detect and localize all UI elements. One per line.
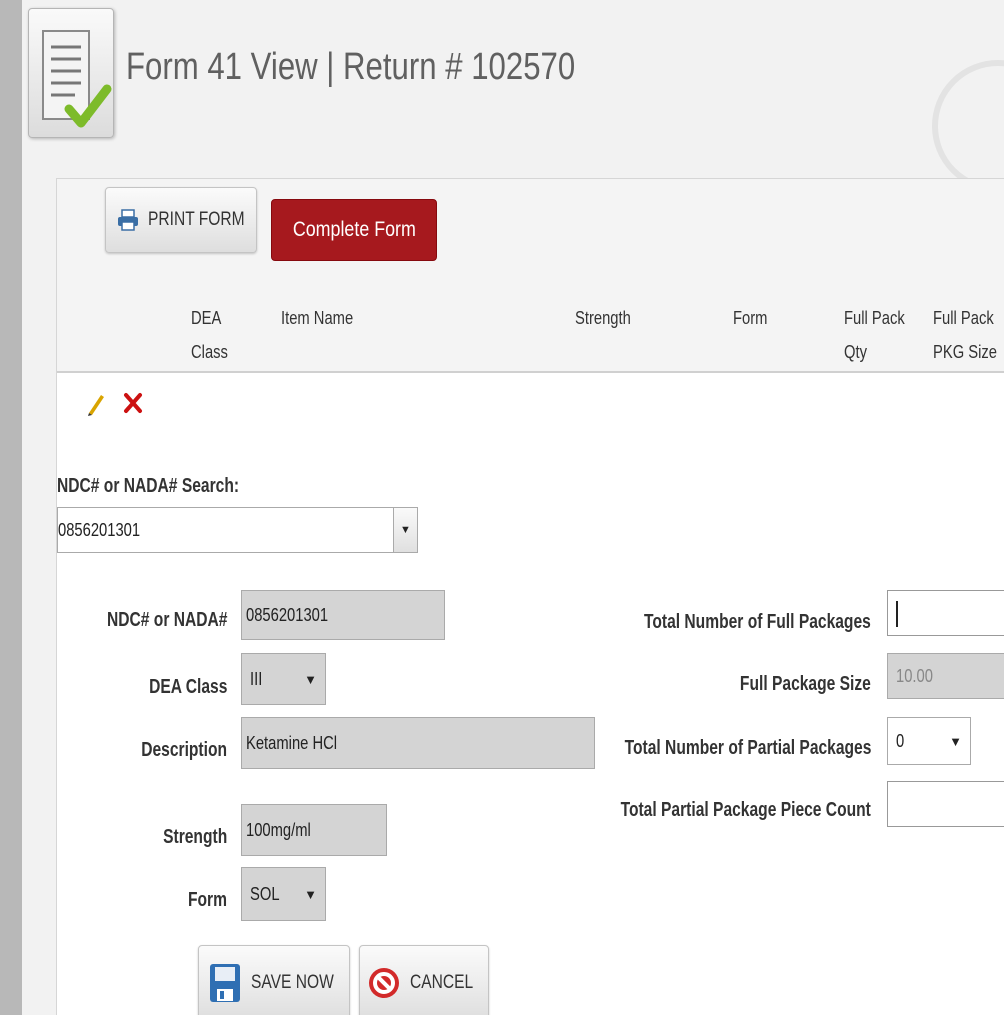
cancel-icon	[368, 967, 400, 999]
chevron-down-icon: ▼	[304, 671, 317, 687]
floppy-disk-icon	[209, 963, 241, 1003]
col-header-full-pack-pkg-size: Full Pack PKG Size	[933, 308, 997, 362]
form-label: Form	[188, 889, 227, 911]
description-value: Ketamine HCl	[246, 732, 338, 753]
page-header: Form 41 View | Return # 102570	[22, 0, 1004, 192]
ndc-value: 0856201301	[246, 604, 329, 625]
form-select[interactable]: SOL ▼	[241, 867, 326, 921]
total-full-packages-label: Total Number of Full Packages	[644, 611, 871, 633]
watermark-ring	[932, 60, 1004, 192]
save-now-button[interactable]: SAVE NOW	[198, 945, 350, 1015]
dea-class-value: III	[250, 668, 263, 689]
text-cursor	[896, 601, 898, 627]
total-full-packages-input[interactable]	[887, 590, 1004, 636]
ndc-field: 0856201301	[241, 590, 445, 640]
full-package-size-field: 10.00	[887, 653, 1004, 699]
complete-form-label: Complete Form	[292, 218, 416, 241]
app-window: Form 41 View | Return # 102570 PRINT FOR…	[22, 0, 1004, 1015]
col-header-dea-class: DEA Class	[191, 308, 228, 362]
form-document-icon	[28, 8, 114, 138]
print-form-label: PRINT FORM	[148, 209, 245, 230]
col-header-strength: Strength	[575, 308, 631, 328]
dea-class-label: DEA Class	[148, 676, 227, 698]
total-partial-packages-label: Total Number of Partial Packages	[624, 737, 871, 759]
ndc-search-combobox[interactable]: 0856201301 ▼	[57, 507, 418, 553]
save-now-label: SAVE NOW	[251, 972, 334, 993]
toolbar: PRINT FORM Complete Form DEA Class Item N…	[57, 179, 1004, 373]
ndc-search-value: 0856201301	[58, 519, 141, 540]
ndc-search-label: NDC# or NADA# Search:	[57, 475, 240, 497]
full-package-size-value: 10.00	[896, 665, 933, 686]
cancel-button[interactable]: CANCEL	[359, 945, 489, 1015]
dropdown-button[interactable]: ▼	[393, 508, 417, 552]
total-partial-packages-select[interactable]: 0 ▼	[887, 717, 971, 765]
form-panel: PRINT FORM Complete Form DEA Class Item N…	[56, 178, 1004, 1015]
chevron-down-icon: ▼	[400, 524, 411, 536]
strength-field: 100mg/ml	[241, 804, 387, 856]
pencil-icon[interactable]	[85, 391, 107, 422]
partial-piece-count-input[interactable]	[887, 781, 1004, 827]
print-form-button[interactable]: PRINT FORM	[105, 187, 257, 253]
strength-label: Strength	[162, 826, 227, 848]
printer-icon	[116, 208, 140, 232]
complete-form-button[interactable]: Complete Form	[271, 199, 437, 261]
strength-value: 100mg/ml	[246, 819, 311, 840]
full-package-size-label: Full Package Size	[740, 673, 871, 695]
partial-piece-count-label: Total Partial Package Piece Count	[620, 799, 871, 821]
delete-icon[interactable]	[123, 391, 143, 420]
dea-class-select[interactable]: III ▼	[241, 653, 326, 705]
col-header-item-name: Item Name	[281, 308, 354, 328]
chevron-down-icon: ▼	[304, 886, 317, 902]
ndc-label: NDC# or NADA#	[106, 609, 227, 631]
col-header-full-pack-qty: Full Pack Qty	[844, 308, 905, 362]
description-field: Ketamine HCl	[241, 717, 595, 769]
cancel-label: CANCEL	[410, 972, 474, 993]
col-header-form: Form	[733, 308, 768, 328]
page-title: Form 41 View | Return # 102570	[126, 46, 576, 88]
total-partial-packages-value: 0	[896, 730, 905, 751]
chevron-down-icon: ▼	[949, 733, 962, 749]
form-value: SOL	[250, 883, 280, 904]
description-label: Description	[141, 739, 227, 761]
